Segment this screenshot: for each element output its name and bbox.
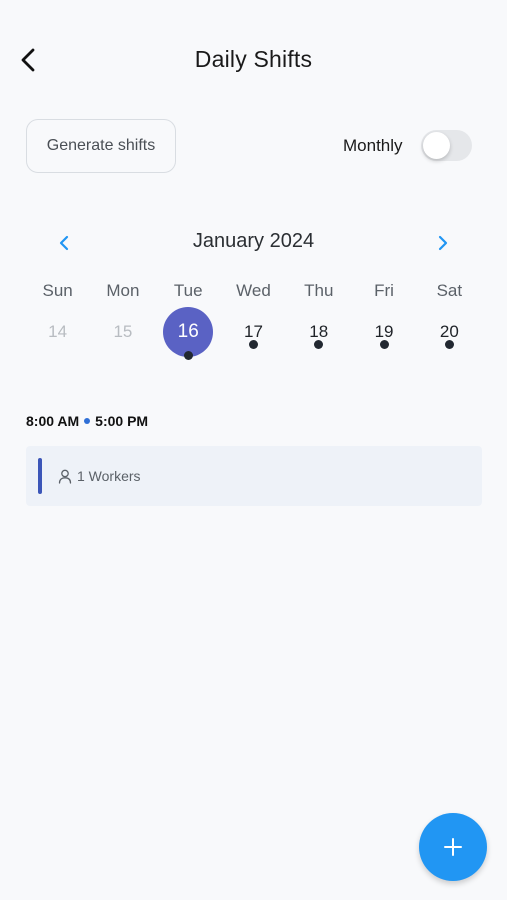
day-name: Sat — [436, 281, 463, 300]
workers-info: 1 Workers — [58, 468, 141, 484]
shift-indicator-dot — [379, 340, 389, 349]
day-name: Tue — [173, 281, 203, 300]
shift-indicator-dot — [248, 340, 258, 349]
day-cell[interactable]: 20 — [424, 307, 474, 357]
shift-indicator-dot — [314, 340, 324, 349]
week-strip: Sun 14 Mon 15 Tue 16 Wed 17 Thu 18 Fri 1… — [25, 280, 482, 360]
shift-color-bar — [38, 458, 42, 494]
shift-card[interactable]: 1 Workers — [26, 446, 482, 506]
day-name: Fri — [374, 281, 394, 300]
add-shift-button[interactable] — [419, 813, 487, 881]
day-column: Mon 15 — [90, 280, 155, 357]
person-icon — [58, 469, 72, 484]
day-number: 15 — [113, 322, 133, 341]
shift-indicator-dot — [183, 351, 193, 360]
generate-shifts-button[interactable]: Generate shifts — [26, 119, 176, 173]
day-cell[interactable]: 18 — [294, 307, 344, 357]
toggle-knob — [423, 132, 450, 159]
day-column: Wed 17 — [221, 280, 286, 357]
calendar-nav: January 2024 — [0, 228, 507, 258]
day-cell[interactable]: 14 — [33, 307, 83, 357]
day-column: Thu 18 — [286, 280, 351, 357]
day-column: Sun 14 — [25, 280, 90, 357]
day-cell[interactable]: 17 — [228, 307, 278, 357]
shift-indicator-dot — [444, 340, 454, 349]
day-number: 20 — [439, 322, 459, 341]
day-name: Thu — [304, 281, 334, 300]
plus-icon — [444, 838, 462, 856]
shift-end: 5:00 PM — [95, 413, 149, 429]
chevron-right-icon — [438, 235, 448, 251]
day-column: Tue 16 — [156, 280, 221, 360]
day-number: 16 — [177, 321, 199, 342]
day-number: 18 — [309, 322, 329, 341]
day-name: Wed — [236, 281, 271, 300]
page-title: Daily Shifts — [194, 46, 313, 72]
day-column: Fri 19 — [351, 280, 416, 357]
day-number: 17 — [244, 322, 263, 341]
monthly-toggle[interactable] — [421, 130, 472, 161]
workers-count: 1 Workers — [77, 468, 141, 484]
day-cell[interactable]: 19 — [359, 307, 409, 357]
day-number: 14 — [48, 322, 68, 341]
day-column: Sat 20 — [417, 280, 482, 357]
next-month-button[interactable] — [430, 230, 456, 256]
shift-start: 8:00 AM — [26, 413, 80, 429]
status-bar — [0, 0, 507, 28]
day-number: 19 — [374, 322, 394, 341]
day-name: Mon — [106, 281, 140, 300]
day-name: Sun — [42, 281, 73, 300]
monthly-label: Monthly — [343, 136, 403, 155]
day-cell[interactable]: 16 — [163, 307, 214, 360]
day-cell[interactable]: 15 — [98, 307, 148, 357]
shift-time: 8:00 AM 5:00 PM — [26, 413, 148, 429]
header: Daily Shifts — [0, 36, 507, 84]
time-separator-dot — [84, 418, 91, 424]
